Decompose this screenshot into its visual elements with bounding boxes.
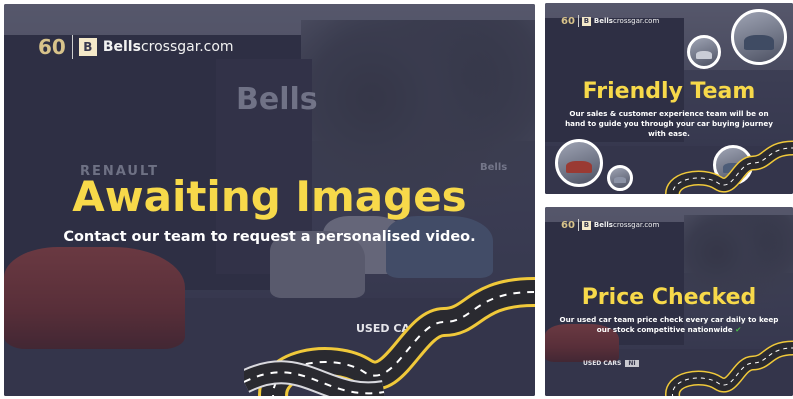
building-sign: Bells	[236, 82, 318, 117]
road-graphic	[244, 277, 535, 396]
check-icon: ✔	[735, 325, 742, 334]
bells-mark-icon: B	[581, 16, 591, 26]
main-subline: Contact our team to request a personalis…	[63, 229, 476, 245]
price-headline: Price Checked	[581, 285, 757, 310]
main-headline: Awaiting Images	[72, 172, 467, 221]
logo-text: Bellscrossgar.com	[593, 17, 660, 25]
friendly-team-tile[interactable]: 60 B Bellscrossgar.com Friendly Team Our…	[545, 3, 793, 194]
car-photo-circle	[607, 165, 633, 191]
anniversary-logo: 60	[38, 35, 66, 59]
logo-text: Bellscrossgar.com	[102, 39, 234, 55]
road-graphic	[665, 340, 793, 396]
bells-mark-icon: B	[581, 220, 591, 230]
team-photo-large	[731, 9, 787, 65]
used-cars-badge: USED CARS NI	[583, 360, 639, 367]
price-checked-tile[interactable]: 60 B Bellscrossgar.com Price Checked Our…	[545, 207, 793, 396]
logo-text: Bellscrossgar.com	[593, 221, 660, 229]
price-subline: Our used car team price check every car …	[559, 315, 779, 334]
car-photo-small	[687, 35, 721, 69]
road-graphic	[665, 140, 793, 194]
logo: 60 B Bellscrossgar.com	[38, 34, 234, 60]
logo: 60 B Bellscrossgar.com	[561, 14, 659, 28]
image-gallery: Bells RENAULT Bells 60 B Bellscrossgar.c…	[0, 0, 793, 399]
showroom-photo-circle	[555, 139, 603, 187]
team-subline: Our sales & customer experience team wil…	[565, 109, 773, 138]
anniversary-logo: 60	[561, 15, 575, 27]
logo: 60 B Bellscrossgar.com	[561, 218, 659, 232]
team-headline: Friendly Team	[582, 79, 756, 104]
bells-mark-icon: B	[78, 38, 97, 56]
anniversary-logo: 60	[561, 219, 575, 231]
main-image-tile[interactable]: Bells RENAULT Bells 60 B Bellscrossgar.c…	[4, 4, 535, 396]
